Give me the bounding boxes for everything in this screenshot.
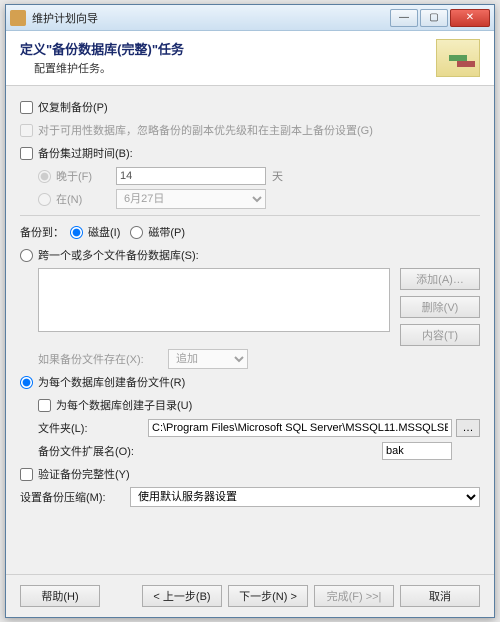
if-exists-label: 如果备份文件存在(X):: [38, 351, 168, 367]
next-button[interactable]: 下一步(N) >: [228, 585, 308, 607]
folder-input[interactable]: [148, 419, 452, 437]
cancel-button[interactable]: 取消: [400, 585, 480, 607]
window-controls: — ▢ ✕: [390, 9, 490, 27]
after-value-input: [116, 167, 266, 185]
if-exists-select: 追加: [168, 349, 248, 369]
help-button[interactable]: 帮助(H): [20, 585, 100, 607]
wizard-footer: 帮助(H) < 上一步(B) 下一步(N) > 完成(F) >>| 取消: [6, 574, 494, 617]
page-subtitle: 配置维护任务。: [34, 60, 436, 76]
folder-label: 文件夹(L):: [38, 420, 148, 436]
backup-to-label: 备份到：: [20, 224, 64, 240]
verify-checkbox[interactable]: [20, 468, 33, 481]
window-title: 维护计划向导: [32, 10, 390, 26]
tape-radio[interactable]: [130, 226, 143, 239]
wizard-header: 定义"备份数据库(完整)"任务 配置维护任务。: [6, 31, 494, 86]
files-listbox[interactable]: [38, 268, 390, 332]
compress-select[interactable]: 使用默认服务器设置: [130, 487, 480, 507]
on-date-select: 6月27日: [116, 189, 266, 209]
verify-label: 验证备份完整性(Y): [38, 466, 130, 482]
page-title: 定义"备份数据库(完整)"任务: [20, 39, 436, 58]
ignore-priority-label: 对于可用性数据库，忽略备份的副本优先级和在主副本上备份设置(G): [38, 122, 373, 138]
copy-only-label: 仅复制备份(P): [38, 99, 108, 115]
wizard-content: 仅复制备份(P) 对于可用性数据库，忽略备份的副本优先级和在主副本上备份设置(G…: [6, 86, 494, 514]
after-unit: 天: [272, 168, 283, 184]
back-button[interactable]: < 上一步(B): [142, 585, 222, 607]
browse-button[interactable]: …: [456, 419, 480, 437]
backup-expires-checkbox[interactable]: [20, 147, 33, 160]
close-button[interactable]: ✕: [450, 9, 490, 27]
disk-label: 磁盘(I): [88, 224, 120, 240]
separator: [20, 215, 480, 216]
per-db-file-label: 为每个数据库创建备份文件(R): [38, 374, 185, 390]
per-db-file-radio[interactable]: [20, 376, 33, 389]
span-files-radio[interactable]: [20, 249, 33, 262]
span-files-label: 跨一个或多个文件备份数据库(S):: [38, 247, 199, 263]
compress-label: 设置备份压缩(M):: [20, 489, 130, 505]
add-button: 添加(A)…: [400, 268, 480, 290]
backup-expires-label: 备份集过期时间(B):: [38, 145, 133, 161]
maximize-button[interactable]: ▢: [420, 9, 448, 27]
wizard-icon: [436, 39, 480, 77]
after-radio: [38, 170, 51, 183]
disk-radio[interactable]: [70, 226, 83, 239]
finish-button: 完成(F) >>|: [314, 585, 394, 607]
ignore-priority-checkbox: [20, 124, 33, 137]
wizard-window: 维护计划向导 — ▢ ✕ 定义"备份数据库(完整)"任务 配置维护任务。 仅复制…: [5, 4, 495, 618]
minimize-button[interactable]: —: [390, 9, 418, 27]
tape-label: 磁带(P): [148, 224, 185, 240]
copy-only-checkbox[interactable]: [20, 101, 33, 114]
ext-label: 备份文件扩展名(O):: [38, 443, 148, 459]
ext-input[interactable]: [382, 442, 452, 460]
app-icon: [10, 10, 26, 26]
per-db-dir-checkbox[interactable]: [38, 399, 51, 412]
after-label: 晚于(F): [56, 168, 116, 184]
remove-button: 删除(V): [400, 296, 480, 318]
on-radio: [38, 193, 51, 206]
contents-button: 内容(T): [400, 324, 480, 346]
titlebar: 维护计划向导 — ▢ ✕: [6, 5, 494, 31]
per-db-dir-label: 为每个数据库创建子目录(U): [56, 397, 192, 413]
on-label: 在(N): [56, 191, 116, 207]
